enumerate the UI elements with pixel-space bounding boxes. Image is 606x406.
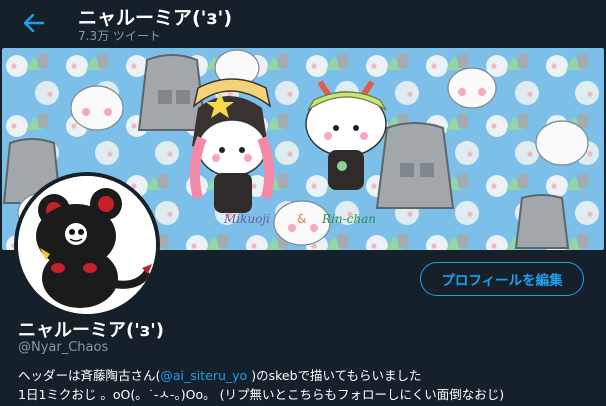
profile-bio: ヘッダーは斉藤陶古さん(@ai_siteru_yo )のskebで描いてもらいま… (18, 366, 598, 404)
arrow-left-icon (24, 14, 44, 32)
header-caption-amp: & (297, 212, 306, 226)
header-caption-right: Rin-chan (321, 212, 376, 226)
edit-profile-button[interactable]: プロフィールを編集 (420, 262, 584, 296)
tweet-count: 7.3万 ツイート (78, 29, 161, 43)
bio-line-1: ヘッダーは斉藤陶古さん(@ai_siteru_yo )のskebで描いてもらいま… (18, 366, 598, 385)
bio-text: ヘッダーは斉藤陶古さん( (18, 368, 161, 383)
display-name: ニャルーミア('з') (18, 320, 164, 341)
bio-line-2: 1日1ミクおじ 。oO(。˙-ㅅ-。)Oo。 (リプ無いとこちらもフォローしにく… (18, 387, 505, 402)
back-button[interactable] (18, 9, 50, 37)
bio-mention-link[interactable]: @ai_siteru_yo (160, 368, 247, 383)
username-handle: @Nyar_Chaos (18, 340, 109, 355)
bio-text: )のskebで描いてもらいました (247, 368, 422, 383)
avatar-illustration (18, 176, 156, 314)
avatar[interactable] (14, 172, 160, 318)
page-title: ニャルーミア('з') (78, 7, 233, 29)
header-caption-left: Mikuoji (223, 212, 270, 226)
top-bar: ニャルーミア('з') 7.3万 ツイート (0, 0, 606, 46)
